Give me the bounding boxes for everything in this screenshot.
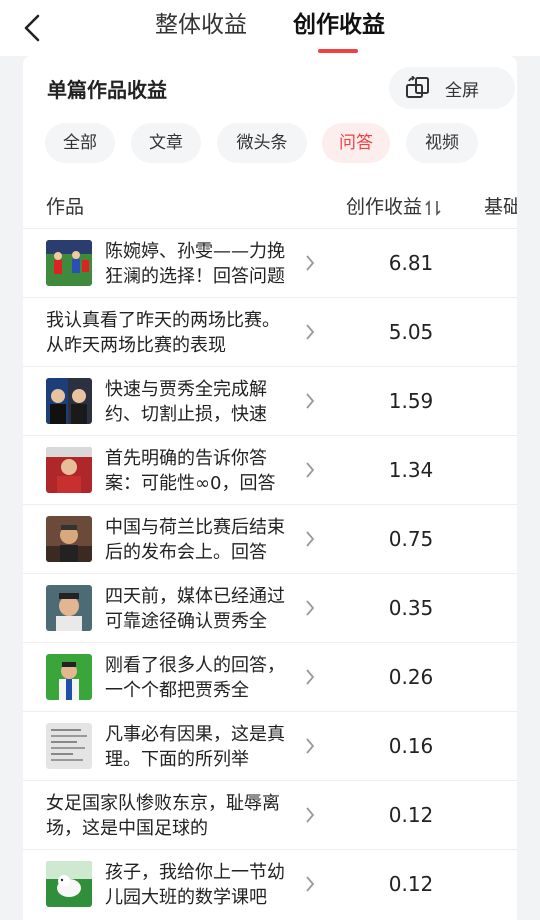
tab-creation-earnings[interactable]: 创作收益	[293, 10, 385, 44]
earnings-value: 6.81	[388, 251, 434, 275]
earnings-value: 0.16	[388, 734, 434, 758]
column-header-earnings-label: 创作收益	[346, 196, 423, 218]
list-item[interactable]: 我认真看了昨天的两场比赛。从昨天两场比赛的表现 5.05	[23, 297, 517, 366]
filter-videos[interactable]: 视频	[406, 123, 478, 163]
chevron-right-icon	[306, 669, 315, 685]
filter-qa[interactable]: 问答	[322, 123, 390, 163]
thumbnail	[46, 861, 92, 907]
single-work-earnings-card: 单篇作品收益 全屏 全部 文章 微头条 问答 视频 作品 创作收益 基础 陈婉婷…	[23, 56, 517, 920]
chevron-right-icon	[306, 255, 315, 271]
earnings-list: 陈婉婷、孙雯——力挽狂澜的选择！回答问题 6.81 我认真看了昨天的两场比赛。从…	[23, 228, 517, 918]
earnings-value: 1.34	[388, 458, 434, 482]
card-title: 单篇作品收益	[47, 78, 167, 102]
back-button[interactable]	[14, 10, 50, 46]
column-header-work: 作品	[46, 196, 85, 218]
work-title: 首先明确的告诉你答案：可能性∞0，回答	[105, 448, 276, 494]
chevron-right-icon	[306, 393, 315, 409]
tab-overall-earnings[interactable]: 整体收益	[155, 10, 247, 44]
list-item[interactable]: 孩子，我给你上一节幼儿园大班的数学课吧 0.12	[23, 849, 517, 918]
chevron-right-icon	[306, 324, 315, 340]
earnings-value: 0.12	[388, 803, 434, 827]
list-item[interactable]: 中国与荷兰比赛后结束后的发布会上。回答 0.75	[23, 504, 517, 573]
fullscreen-button[interactable]: 全屏	[389, 67, 515, 109]
chevron-right-icon	[306, 600, 315, 616]
earnings-value: 0.12	[388, 872, 434, 896]
list-item[interactable]: 首先明确的告诉你答案：可能性∞0，回答 1.34	[23, 435, 517, 504]
thumbnail	[46, 447, 92, 493]
chevron-right-icon	[306, 738, 315, 754]
filter-micro-headlines[interactable]: 微头条	[217, 123, 307, 163]
thumbnail	[46, 516, 92, 562]
filter-all[interactable]: 全部	[45, 123, 115, 163]
earnings-value: 0.35	[388, 596, 434, 620]
earnings-value: 0.26	[388, 665, 434, 689]
earnings-value: 1.59	[388, 389, 434, 413]
fullscreen-label: 全屏	[445, 80, 479, 101]
column-header-base: 基础	[484, 196, 517, 218]
list-item[interactable]: 刚看了很多人的回答，一个个都把贾秀全 0.26	[23, 642, 517, 711]
column-header-earnings[interactable]: 创作收益	[346, 192, 441, 219]
chevron-right-icon	[306, 462, 315, 478]
rotate-screen-icon	[406, 76, 429, 98]
work-title: 中国与荷兰比赛后结束后的发布会上。回答	[105, 517, 285, 563]
top-bar: 整体收益 创作收益	[0, 0, 540, 56]
filter-articles[interactable]: 文章	[131, 123, 201, 163]
work-title: 孩子，我给你上一节幼儿园大班的数学课吧	[105, 862, 285, 908]
active-tab-indicator	[318, 49, 358, 53]
work-title: 凡事必有因果，这是真理。下面的所列举	[105, 724, 285, 770]
thumbnail	[46, 585, 92, 631]
earnings-value: 5.05	[388, 320, 434, 344]
list-item[interactable]: 陈婉婷、孙雯——力挽狂澜的选择！回答问题 6.81	[23, 228, 517, 297]
work-title: 女足国家队惨败东京，耻辱离场，这是中国足球的	[46, 793, 280, 839]
list-item[interactable]: 凡事必有因果，这是真理。下面的所列举 0.16	[23, 711, 517, 780]
list-item[interactable]: 女足国家队惨败东京，耻辱离场，这是中国足球的 0.12	[23, 780, 517, 849]
work-title: 我认真看了昨天的两场比赛。从昨天两场比赛的表现	[46, 310, 280, 356]
back-arrow-icon	[24, 14, 40, 42]
thumbnail	[46, 723, 92, 769]
thumbnail	[46, 240, 92, 286]
work-title: 刚看了很多人的回答，一个个都把贾秀全	[105, 655, 285, 701]
sort-icon	[425, 199, 441, 216]
list-item[interactable]: 快速与贾秀全完成解约、切割止损，快速 1.59	[23, 366, 517, 435]
earnings-value: 0.75	[388, 527, 434, 551]
thumbnail	[46, 654, 92, 700]
chevron-right-icon	[306, 807, 315, 823]
thumbnail	[46, 378, 92, 424]
chevron-right-icon	[306, 531, 315, 547]
work-title: 陈婉婷、孙雯——力挽狂澜的选择！回答问题	[105, 241, 285, 287]
list-item[interactable]: 四天前，媒体已经通过可靠途径确认贾秀全 0.35	[23, 573, 517, 642]
work-title: 四天前，媒体已经通过可靠途径确认贾秀全	[105, 586, 285, 632]
chevron-right-icon	[306, 876, 315, 892]
work-title: 快速与贾秀全完成解约、切割止损，快速	[105, 379, 267, 425]
